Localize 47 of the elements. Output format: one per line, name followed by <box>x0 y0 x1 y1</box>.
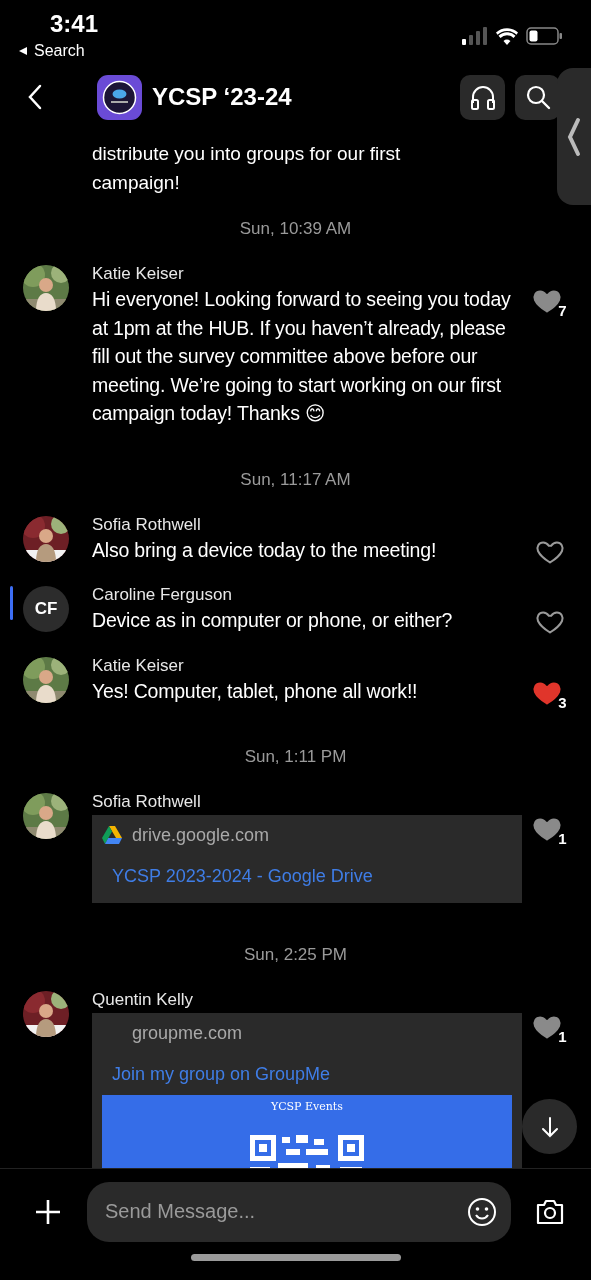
preview-caption: YCSP Events <box>271 1099 343 1113</box>
like-count: 3 <box>558 693 567 711</box>
timestamp: Sun, 2:25 PM <box>243 944 348 966</box>
timestamp: Sun, 10:39 AM <box>238 218 353 240</box>
add-icon[interactable] <box>35 1198 61 1225</box>
group-avatar-icon[interactable] <box>97 74 142 120</box>
timestamp: Sun, 1:11 PM <box>243 746 348 768</box>
drive-logo-icon <box>102 826 122 844</box>
link-domain: groupme.com <box>132 1022 243 1044</box>
back-triangle-icon <box>18 46 28 56</box>
link-title[interactable]: YCSP 2023-2024 - Google Drive <box>102 847 512 887</box>
wifi-icon <box>496 27 518 45</box>
message-text: distribute you into groups for our first campaign! <box>92 142 402 195</box>
headphones-icon <box>468 83 497 111</box>
timestamp: Sun, 11:17 AM <box>239 468 352 491</box>
like-count: 1 <box>558 830 567 847</box>
headphones-button[interactable] <box>460 74 505 120</box>
link-title[interactable]: Join my group on GroupMe <box>102 1045 512 1085</box>
sender-name: Quentin Kelly <box>92 989 195 1011</box>
link-preview-card[interactable]: drive.google.com YCSP 2023-2024 - Google Drive <box>92 815 522 903</box>
status-time: 3:41 <box>50 10 99 38</box>
sender-name: Caroline Ferguson <box>92 584 233 606</box>
message-text: Device as in computer or phone, or either? <box>92 608 454 633</box>
emoji-icon[interactable] <box>467 1196 497 1227</box>
message-field[interactable]: Send Message... <box>87 1181 511 1242</box>
back-to-app-link[interactable]: Search <box>18 38 99 60</box>
search-button[interactable] <box>515 74 560 120</box>
message-input[interactable]: Send Message... <box>103 1199 467 1224</box>
like-count: 7 <box>558 302 567 319</box>
battery-icon <box>526 27 563 45</box>
link-domain: drive.google.com <box>132 824 270 846</box>
arrow-down-icon <box>540 1115 559 1138</box>
sender-name: Sofia Rothwell <box>92 513 202 536</box>
sender-name: Katie Keiser <box>92 654 185 677</box>
side-drawer-handle[interactable] <box>557 68 591 205</box>
sender-name: Sofia Rothwell <box>92 791 202 813</box>
camera-icon[interactable] <box>535 1198 565 1225</box>
sender-name: Katie Keiser <box>92 263 185 285</box>
signal-icon <box>462 27 488 45</box>
message-text: Yes! Computer, tablet, phone all work!! <box>92 678 419 704</box>
group-title: YCSP ‘23-24 <box>152 83 293 111</box>
message-text: Also bring a device today to the meeting! <box>92 537 438 563</box>
message-text: Hi everyone! Looking forward to seeing you today at 1pm at the HUB. If you haven’t already, please fill out the survey committee above before our meeting. We’re going to start working on our first campaign today! Thanks 😊 <box>92 287 512 426</box>
link-preview-card[interactable]: groupme.com Join my group on GroupMe YCSP Events <box>92 1013 522 1168</box>
user-avatar[interactable]: CF <box>23 586 69 632</box>
like-count: 1 <box>558 1028 567 1045</box>
back-icon[interactable] <box>27 84 43 110</box>
